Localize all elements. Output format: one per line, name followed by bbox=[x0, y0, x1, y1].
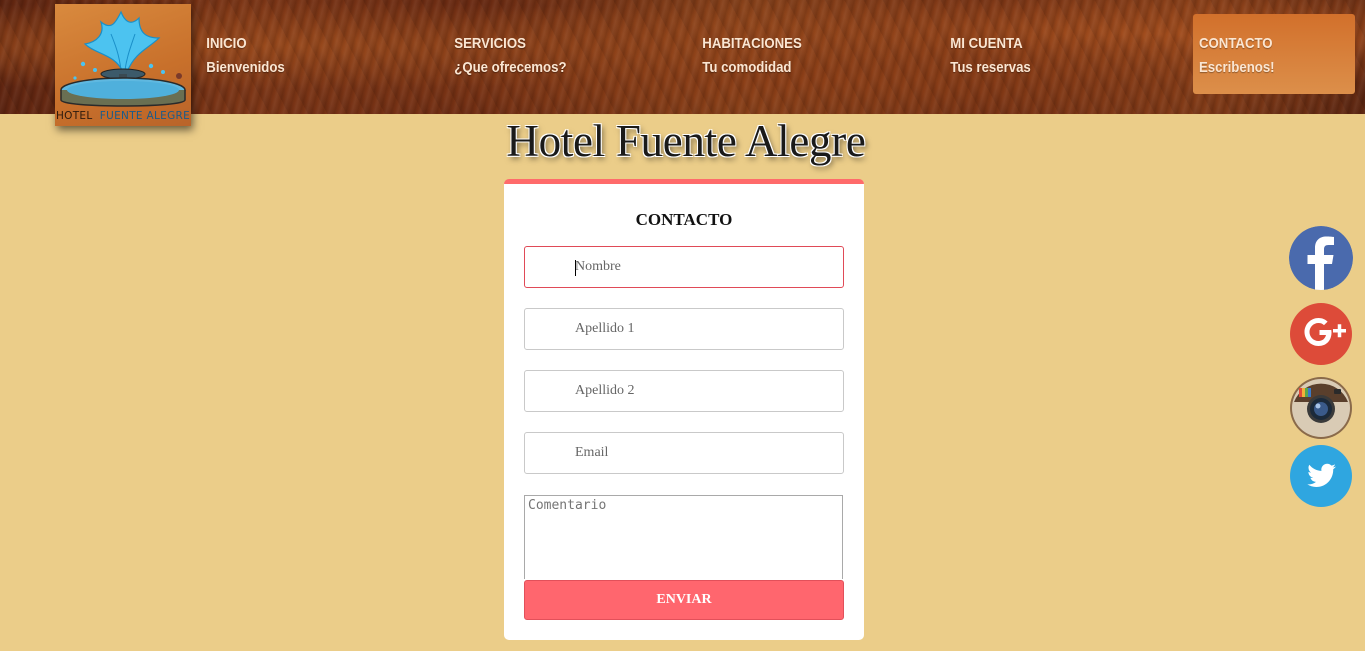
enviar-button[interactable]: ENVIAR bbox=[524, 580, 844, 620]
facebook-link[interactable] bbox=[1289, 226, 1353, 290]
nav-title: HABITACIONES bbox=[702, 35, 802, 52]
nav-subtitle: ¿Que ofrecemos? bbox=[454, 59, 567, 76]
nombre-field[interactable] bbox=[524, 246, 844, 288]
facebook-icon bbox=[1289, 226, 1353, 290]
apellido2-field[interactable] bbox=[524, 370, 844, 412]
nav-subtitle: Tu comodidad bbox=[702, 59, 792, 76]
comentario-field[interactable] bbox=[524, 495, 843, 579]
text-caret bbox=[575, 260, 576, 276]
nav-title: INICIO bbox=[206, 35, 247, 52]
nav-title: SERVICIOS bbox=[454, 35, 526, 52]
nav-habitaciones[interactable]: HABITACIONES Tu comodidad bbox=[697, 14, 840, 94]
nav-subtitle: Escribenos! bbox=[1199, 59, 1275, 76]
nav-contacto-inner: CONTACTO Escribenos! bbox=[1199, 32, 1336, 80]
nombre-input[interactable] bbox=[575, 247, 835, 287]
nav-title: CONTACTO bbox=[1199, 35, 1273, 52]
instagram-link[interactable] bbox=[1289, 376, 1353, 440]
logo-text: HOTEL FUENTE ALEGRE bbox=[55, 110, 191, 122]
nav-title: MI CUENTA bbox=[950, 35, 1023, 52]
apellido1-field[interactable] bbox=[524, 308, 844, 350]
nav-subtitle: Bienvenidos bbox=[206, 59, 285, 76]
email-field[interactable] bbox=[524, 432, 844, 474]
nav-servicios[interactable]: SERVICIOS ¿Que ofrecemos? bbox=[449, 14, 592, 94]
page-title: Hotel Fuente Alegre bbox=[506, 116, 866, 166]
contact-form-card: CONTACTO ENVIAR bbox=[504, 179, 864, 640]
google-plus-icon bbox=[1290, 303, 1352, 365]
apellido2-input[interactable] bbox=[575, 371, 835, 411]
comentario-textarea[interactable] bbox=[525, 496, 842, 579]
form-heading: CONTACTO bbox=[635, 210, 733, 229]
google-plus-link[interactable] bbox=[1289, 302, 1353, 366]
nav-subtitle: Tus reservas bbox=[950, 59, 1031, 76]
hotel-logo[interactable]: HOTEL FUENTE ALEGRE bbox=[55, 4, 191, 126]
nav-contacto[interactable]: CONTACTO Escribenos! bbox=[1193, 14, 1355, 94]
email-input[interactable] bbox=[575, 433, 835, 473]
twitter-icon bbox=[1290, 445, 1352, 507]
fountain-logo-icon bbox=[60, 10, 186, 107]
nav-mi-cuenta[interactable]: MI CUENTA Tus reservas bbox=[945, 14, 1088, 94]
apellido1-input[interactable] bbox=[575, 309, 835, 349]
nav-inicio[interactable]: INICIO Bienvenidos bbox=[201, 14, 344, 94]
instagram-icon bbox=[1290, 377, 1352, 439]
twitter-link[interactable] bbox=[1289, 444, 1353, 508]
